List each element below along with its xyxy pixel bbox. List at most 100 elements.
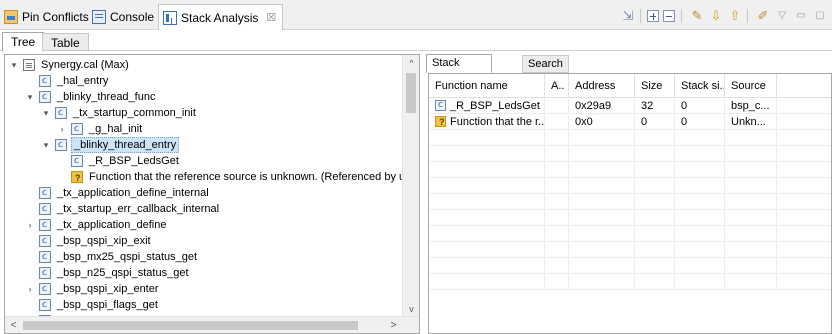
table-cell: 0 bbox=[675, 99, 725, 114]
table-cell bbox=[635, 243, 675, 258]
cell-text: 0 bbox=[641, 116, 648, 128]
table-cell bbox=[429, 275, 545, 290]
report-icon[interactable]: ✐ bbox=[755, 8, 771, 24]
table-cell bbox=[429, 211, 545, 226]
expand-toggle-icon[interactable]: ▾ bbox=[9, 57, 19, 73]
column-header-size[interactable]: Size bbox=[635, 74, 675, 98]
tab-table[interactable]: Table bbox=[42, 33, 89, 51]
toolbar-separator bbox=[681, 9, 682, 23]
view-menu-icon[interactable]: ▽ bbox=[774, 8, 790, 24]
scroll-thumb[interactable] bbox=[406, 73, 416, 113]
table-cell bbox=[545, 259, 569, 274]
table-cell bbox=[725, 195, 777, 210]
expand-toggle-icon[interactable]: › bbox=[57, 121, 67, 137]
collapse-icon[interactable] bbox=[663, 10, 675, 22]
table-row bbox=[429, 195, 831, 210]
table-cell bbox=[545, 115, 569, 130]
collapse-all-icon[interactable]: ⇲ bbox=[620, 8, 636, 24]
table-cell bbox=[777, 163, 831, 178]
table-cell bbox=[675, 259, 725, 274]
call-tree[interactable]: ▾ Synergy.cal (Max) _hal_entry ▾ _blinky_thr… bbox=[4, 54, 420, 334]
expand-icon[interactable] bbox=[647, 10, 659, 22]
tree-node-label: _bsp_qspi_xip_exit bbox=[57, 235, 151, 247]
tree-node-label: _R_BSP_LedsGet bbox=[89, 155, 179, 167]
column-header-source[interactable]: Source bbox=[725, 74, 777, 98]
view-tab-bar: Pin Conflicts Console Stack Analysis ☒ ⇲… bbox=[0, 0, 832, 30]
table-cell bbox=[675, 243, 725, 258]
table-cell bbox=[635, 147, 675, 162]
table-cell bbox=[635, 227, 675, 242]
expand-toggle-icon[interactable]: ▾ bbox=[41, 137, 51, 153]
table-row bbox=[429, 163, 831, 178]
tree-node-label: _g_hal_init bbox=[89, 123, 143, 135]
function-icon bbox=[39, 201, 51, 217]
tab-label: Console bbox=[110, 10, 155, 24]
table-cell bbox=[429, 259, 545, 274]
table-row bbox=[429, 259, 831, 274]
scroll-left-icon[interactable]: < bbox=[5, 317, 22, 333]
table-cell bbox=[675, 195, 725, 210]
maximize-icon[interactable]: ▢ bbox=[812, 8, 828, 24]
expand-toggle-icon[interactable]: ▾ bbox=[25, 89, 35, 105]
scroll-thumb[interactable] bbox=[23, 321, 358, 330]
tab-tree[interactable]: Tree bbox=[2, 32, 45, 52]
column-header-stack-size[interactable]: Stack si... bbox=[675, 74, 725, 98]
expand-toggle-icon[interactable]: › bbox=[25, 217, 35, 233]
table-cell bbox=[545, 99, 569, 114]
stack-info-table: Function name A.. Address Size Stack si.… bbox=[428, 73, 832, 334]
horizontal-scrollbar[interactable]: < > bbox=[5, 316, 419, 333]
table-cell bbox=[635, 211, 675, 226]
table-row[interactable]: Function that the r... 0x0 0 0 Unkn... bbox=[429, 115, 831, 130]
table-cell bbox=[635, 163, 675, 178]
vertical-scrollbar[interactable]: ^ v bbox=[402, 55, 419, 317]
table-cell bbox=[569, 243, 635, 258]
tab-console[interactable]: Console bbox=[92, 8, 154, 26]
column-header-address[interactable]: Address bbox=[569, 74, 635, 98]
cell-text: 0 bbox=[681, 100, 688, 112]
table-cell bbox=[675, 211, 725, 226]
table-row[interactable]: _R_BSP_LedsGet 0x29a9 32 0 bsp_c... bbox=[429, 99, 831, 114]
table-cell bbox=[777, 211, 831, 226]
tab-search-result[interactable]: Search result bbox=[522, 55, 569, 87]
tree-node-label: _tx_application_define_internal bbox=[57, 187, 209, 199]
table-cell bbox=[545, 179, 569, 194]
table-cell bbox=[569, 195, 635, 210]
tab-pin-conflicts[interactable]: Pin Conflicts bbox=[4, 8, 89, 26]
scroll-right-icon[interactable]: > bbox=[385, 317, 402, 333]
arrow-down-icon[interactable]: ⇩ bbox=[708, 8, 724, 24]
close-icon[interactable]: ☒ bbox=[266, 11, 276, 24]
column-header-attribute[interactable]: A.. bbox=[545, 74, 569, 98]
scroll-up-icon[interactable]: ^ bbox=[403, 55, 419, 71]
table-row bbox=[429, 179, 831, 194]
tree-node-label: _blinky_thread_func bbox=[57, 91, 156, 103]
table-cell bbox=[675, 131, 725, 146]
expand-toggle-icon[interactable]: ▾ bbox=[41, 105, 51, 121]
scroll-down-icon[interactable]: v bbox=[403, 301, 419, 317]
edit-icon[interactable]: ✎ bbox=[689, 8, 705, 24]
table-cell bbox=[545, 195, 569, 210]
table-cell bbox=[429, 179, 545, 194]
function-icon bbox=[435, 99, 446, 113]
table-cell bbox=[569, 211, 635, 226]
arrow-up-icon[interactable]: ⇧ bbox=[727, 8, 743, 24]
minimize-icon[interactable]: ▭ bbox=[793, 8, 809, 24]
tab-stack-analysis[interactable]: Stack Analysis ☒ bbox=[158, 4, 284, 30]
file-icon bbox=[23, 59, 35, 71]
view-toolbar: ⇲ ✎ ⇩ ⇧ ✐ ▽ ▭ ▢ bbox=[617, 7, 828, 25]
function-icon bbox=[39, 233, 51, 249]
table-cell bbox=[725, 179, 777, 194]
expand-toggle-icon[interactable]: › bbox=[25, 281, 35, 297]
table-cell bbox=[545, 147, 569, 162]
function-icon bbox=[39, 89, 51, 105]
table-cell bbox=[777, 275, 831, 290]
table-cell bbox=[725, 211, 777, 226]
table-cell: _R_BSP_LedsGet bbox=[429, 99, 545, 114]
tab-stack-information[interactable]: Stack information bbox=[426, 54, 493, 86]
cell-text: 0x29a9 bbox=[575, 100, 612, 112]
stack-analysis-icon bbox=[163, 10, 177, 25]
cell-text: Unkn... bbox=[731, 116, 766, 128]
column-header-function-name[interactable]: Function name bbox=[429, 74, 545, 98]
table-cell bbox=[777, 115, 831, 130]
cell-text: bsp_c... bbox=[731, 100, 770, 112]
pin-conflicts-icon bbox=[4, 10, 18, 24]
